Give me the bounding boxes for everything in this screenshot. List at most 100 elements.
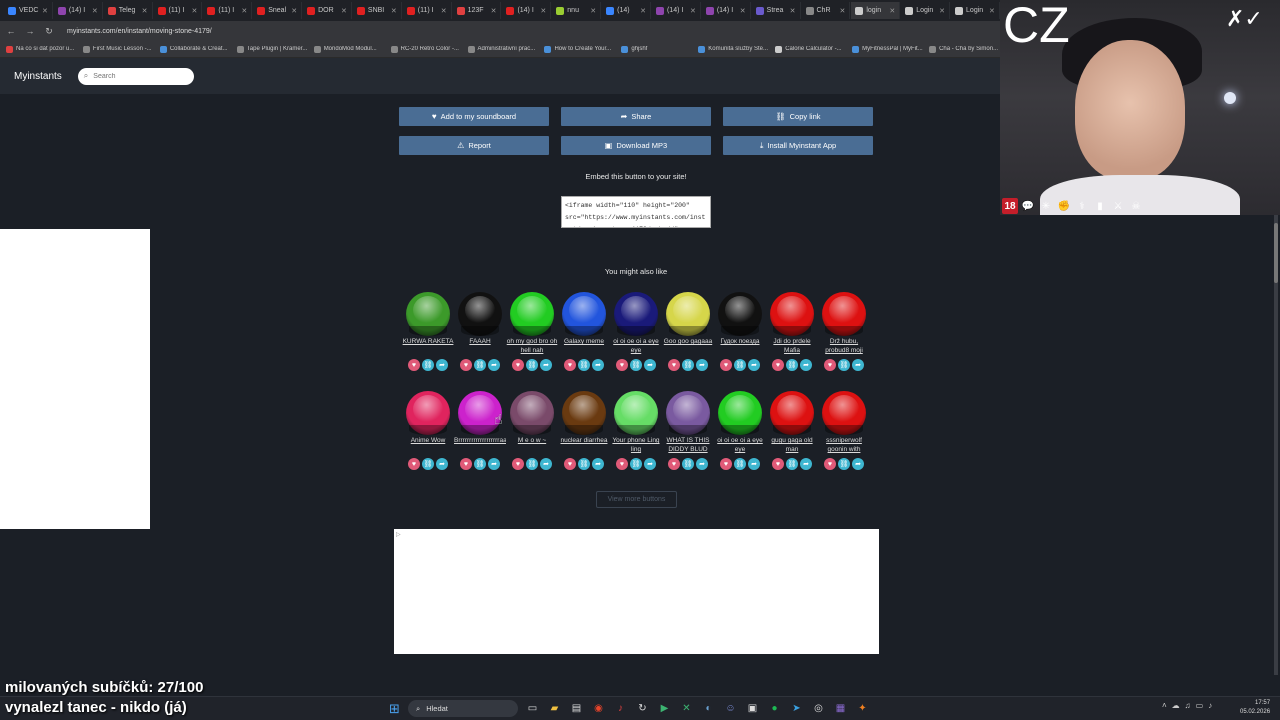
browser-tab[interactable]: (14) I ✕: [652, 2, 701, 19]
browser-tab[interactable]: (14) ✕: [602, 2, 651, 19]
app-icon[interactable]: ▤: [568, 700, 585, 717]
close-icon[interactable]: ✕: [192, 7, 198, 15]
excel-icon[interactable]: ✕: [678, 700, 695, 717]
sound-title-link[interactable]: gugu gaga old man: [766, 436, 818, 456]
close-icon[interactable]: ✕: [640, 7, 646, 15]
browser-tab[interactable]: 123F ✕: [453, 2, 502, 19]
close-icon[interactable]: ✕: [839, 7, 845, 15]
sound-play-button[interactable]: [562, 292, 606, 336]
browser-tab[interactable]: ChR ✕: [802, 2, 851, 19]
browser-tab[interactable]: Sneal ✕: [253, 2, 303, 19]
close-icon[interactable]: ✕: [341, 7, 347, 15]
link-icon[interactable]: ⛓: [734, 458, 746, 470]
browser-tab[interactable]: nnu ✕: [552, 2, 602, 19]
share-icon[interactable]: ➦: [436, 359, 448, 371]
embed-code-field[interactable]: [561, 196, 711, 228]
sound-title-link[interactable]: oi oi oe oi a eye eye: [610, 337, 662, 357]
mic-icon[interactable]: ♫: [1185, 701, 1191, 710]
browser-tab[interactable]: (11) I ✕: [203, 2, 253, 19]
link-icon[interactable]: ⛓: [682, 359, 694, 371]
link-icon[interactable]: ⛓: [578, 458, 590, 470]
bookmark-item[interactable]: Administrativní prac...: [467, 45, 539, 53]
link-icon[interactable]: ⛓: [526, 458, 538, 470]
link-icon[interactable]: ⛓: [786, 359, 798, 371]
share-icon[interactable]: ➦: [488, 458, 500, 470]
start-icon[interactable]: ⊞: [389, 701, 400, 717]
bookmark-item[interactable]: RC-20 Retro Color -...: [390, 45, 462, 53]
url-field[interactable]: myinstants.com/en/instant/moving-stone-4…: [67, 28, 212, 35]
favorite-heart-icon[interactable]: ♥: [720, 458, 732, 470]
browser-tab[interactable]: login ✕: [851, 2, 901, 19]
grid-app-icon[interactable]: ▦: [832, 700, 849, 717]
sound-title-link[interactable]: WHAT IS THIS DIDDY BLUD: [662, 436, 714, 456]
share-icon[interactable]: ➦: [592, 359, 604, 371]
close-icon[interactable]: ✕: [42, 7, 48, 15]
media-icon[interactable]: ▣: [744, 700, 761, 717]
sound-play-button[interactable]: [614, 292, 658, 336]
share-icon[interactable]: ➦: [540, 359, 552, 371]
close-icon[interactable]: ✕: [291, 7, 297, 15]
close-icon[interactable]: ✕: [590, 7, 596, 15]
share-icon[interactable]: ➦: [644, 359, 656, 371]
sound-title-link[interactable]: Jdi do prdele Mafia: [766, 337, 818, 357]
close-icon[interactable]: ✕: [939, 7, 945, 15]
sound-title-link[interactable]: Brrrrrrrrrrrrrrrrrrraaaaf: [454, 436, 506, 456]
close-icon[interactable]: ✕: [540, 7, 546, 15]
share-icon[interactable]: ➦: [488, 359, 500, 371]
sound-title-link[interactable]: Goo goo gagaaa: [662, 337, 714, 357]
flame-icon[interactable]: ✦: [854, 700, 871, 717]
download-mp3-button[interactable]: ▣ Download MP3: [561, 136, 711, 155]
share-icon[interactable]: ➦: [748, 458, 760, 470]
sound-play-button[interactable]: [718, 391, 762, 435]
favorite-heart-icon[interactable]: ♥: [772, 458, 784, 470]
favorite-heart-icon[interactable]: ♥: [460, 458, 472, 470]
favorite-heart-icon[interactable]: ♥: [564, 458, 576, 470]
close-icon[interactable]: ✕: [889, 7, 895, 15]
favorite-heart-icon[interactable]: ♥: [668, 458, 680, 470]
share-button[interactable]: ➦ Share: [561, 107, 711, 126]
search-input[interactable]: [93, 72, 184, 80]
favorite-heart-icon[interactable]: ♥: [824, 359, 836, 371]
bookmark-item[interactable]: MyFitnessPal | MyFit...: [852, 45, 923, 53]
terminal-icon[interactable]: ▶: [656, 700, 673, 717]
sound-play-button[interactable]: [770, 292, 814, 336]
sound-play-button[interactable]: [666, 292, 710, 336]
browser-tab[interactable]: SNBI ✕: [353, 2, 402, 19]
sound-play-button[interactable]: [458, 292, 502, 336]
folder-icon[interactable]: ▰: [546, 700, 563, 717]
browser-tab[interactable]: Login ✕: [901, 2, 951, 19]
bookmark-item[interactable]: Na co si dát pozor u...: [6, 45, 77, 53]
close-icon[interactable]: ✕: [142, 7, 148, 15]
link-icon[interactable]: ⛓: [786, 458, 798, 470]
sound-title-link[interactable]: oi oi oe oi a eye eye: [714, 436, 766, 456]
favorite-heart-icon[interactable]: ♥: [616, 359, 628, 371]
chevron-up-icon[interactable]: ˄: [1162, 701, 1167, 710]
refresh-app-icon[interactable]: ↻: [634, 700, 651, 717]
sound-play-button[interactable]: [406, 292, 450, 336]
obs-icon[interactable]: ◎: [810, 700, 827, 717]
favorite-heart-icon[interactable]: ♥: [512, 458, 524, 470]
link-icon[interactable]: ⛓: [474, 458, 486, 470]
browser-tab[interactable]: (11) I ✕: [154, 2, 203, 19]
browser-tab[interactable]: Strea ✕: [752, 2, 801, 19]
sound-play-button[interactable]: [562, 391, 606, 435]
browser-tab[interactable]: (14) I ✕: [54, 2, 103, 19]
favorite-heart-icon[interactable]: ♥: [564, 359, 576, 371]
link-icon[interactable]: ⛓: [630, 458, 642, 470]
taskview-icon[interactable]: ▭: [524, 700, 541, 717]
sound-play-button[interactable]: [510, 391, 554, 435]
close-icon[interactable]: ✕: [790, 7, 796, 15]
bookmark-item[interactable]: First Music Lesson -...: [82, 45, 154, 53]
bookmark-item[interactable]: Collaborate & Creat...: [159, 45, 231, 53]
share-icon[interactable]: ➦: [592, 458, 604, 470]
view-more-button[interactable]: View more buttons: [596, 491, 677, 508]
bookmark-item[interactable]: Komunita služby Ste...: [698, 45, 769, 53]
favorite-heart-icon[interactable]: ♥: [460, 359, 472, 371]
bookmark-item[interactable]: Tape Plugin | Kramer...: [236, 45, 308, 53]
favorite-heart-icon[interactable]: ♥: [824, 458, 836, 470]
share-icon[interactable]: ➦: [696, 458, 708, 470]
close-icon[interactable]: ✕: [92, 7, 98, 15]
music-app-icon[interactable]: ♪: [612, 700, 629, 717]
add-to-soundboard-button[interactable]: ♥ Add to my soundboard: [399, 107, 549, 126]
close-icon[interactable]: ✕: [690, 7, 696, 15]
